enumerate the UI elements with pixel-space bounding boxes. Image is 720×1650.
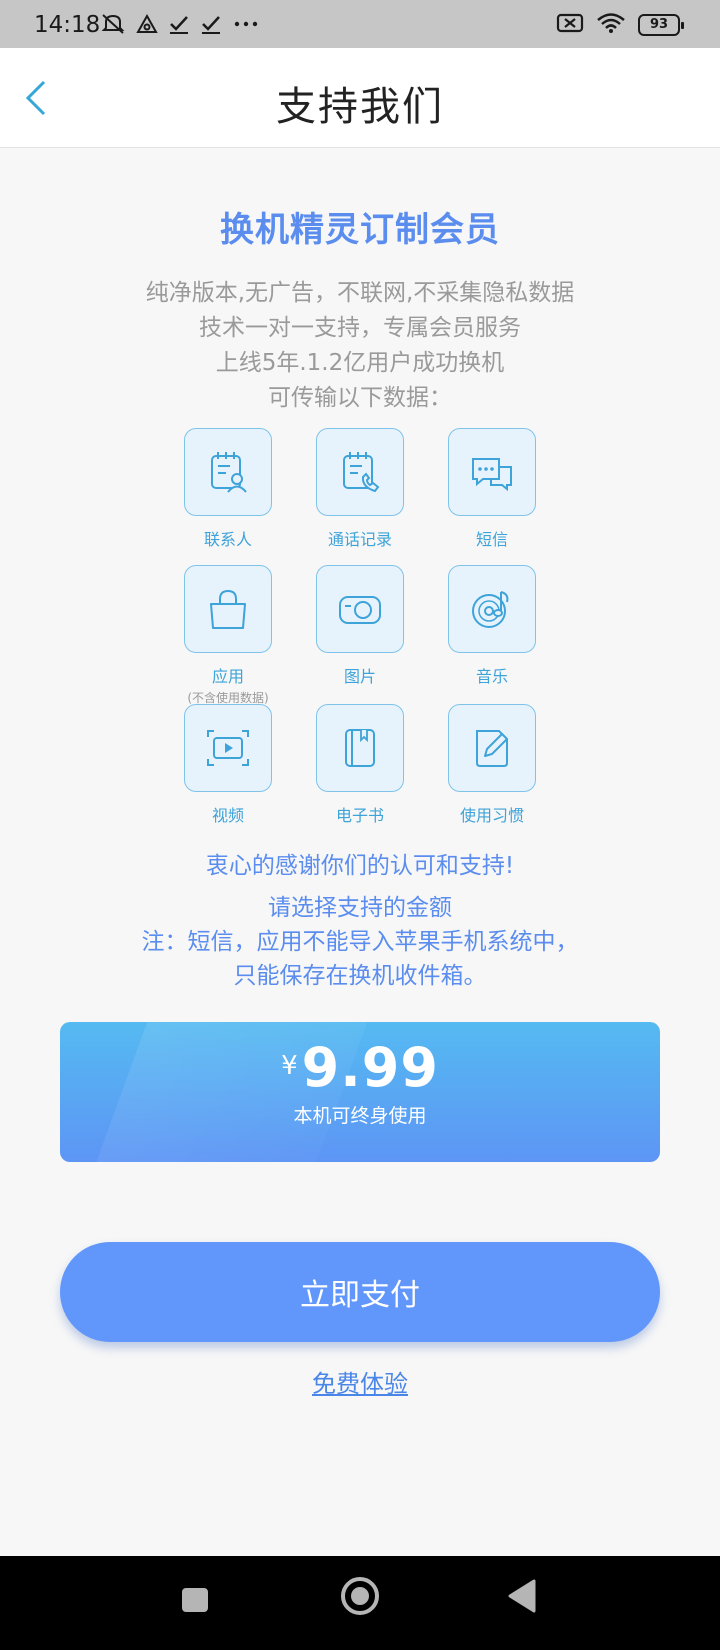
data-type-label: 图片	[343, 667, 376, 686]
back-nav-button[interactable]	[506, 1578, 538, 1618]
data-type-label: 应用	[211, 667, 244, 686]
desc-line: 技术一对一支持，专属会员服务	[199, 315, 521, 341]
wifi-icon	[596, 12, 626, 38]
pay-now-button[interactable]: 立即支付	[60, 1242, 660, 1342]
data-type-contacts: 联系人	[184, 428, 272, 550]
price-line: ¥9.99	[60, 1036, 660, 1099]
battery-icon: 93	[638, 14, 684, 36]
price-currency: ¥	[281, 1051, 298, 1081]
triangle-back-icon	[508, 1579, 536, 1613]
video-icon	[207, 730, 249, 766]
data-type-label: 视频	[211, 806, 244, 825]
data-type-sms: 短信	[448, 428, 536, 550]
data-type-label: 通话记录	[327, 530, 392, 549]
status-time: 14:18	[34, 12, 101, 38]
data-type-label: 使用习惯	[459, 806, 524, 825]
desc-line: 上线5年.1.2亿用户成功换机	[215, 350, 505, 376]
membership-description: 纯净版本,无广告，不联网,不采集隐私数据 技术一对一支持，专属会员服务 上线5年…	[0, 276, 720, 416]
note-line: 只能保存在换机收件箱。	[233, 963, 487, 989]
data-type-label: 联系人	[203, 530, 252, 549]
data-type-apps: 应用 (不含使用数据)	[184, 565, 272, 706]
data-type-call-log: 通话记录	[316, 428, 404, 550]
mute-icon	[100, 12, 126, 41]
note-text: 请选择支持的金额 注：短信，应用不能导入苹果手机系统中， 只能保存在换机收件箱。	[0, 891, 720, 993]
vpn-icon	[136, 13, 158, 40]
price-caption: 本机可终身使用	[293, 1105, 427, 1127]
ebook-icon	[345, 729, 375, 767]
data-type-music: 音乐	[448, 565, 536, 687]
call-log-icon	[343, 452, 380, 493]
note-line: 请选择支持的金额	[268, 895, 452, 921]
membership-heading: 换机精灵订制会员	[220, 210, 500, 250]
system-nav-bar	[0, 1556, 720, 1650]
data-type-label: 短信	[475, 530, 508, 549]
contacts-icon	[211, 452, 247, 493]
desc-line: 纯净版本,无广告，不联网,不采集隐私数据	[145, 280, 575, 306]
sim-icon	[556, 12, 584, 38]
camera-icon	[339, 596, 381, 624]
data-type-label: 音乐	[475, 667, 508, 686]
home-button[interactable]	[340, 1576, 380, 1620]
edit-icon	[476, 730, 508, 767]
data-type-label: 电子书	[335, 806, 384, 825]
status-bar: 14:18 93	[0, 0, 720, 48]
nav-bar: 支持我们	[0, 48, 720, 148]
desc-line: 可传输以下数据：	[268, 385, 452, 411]
sms-icon	[472, 458, 512, 492]
recents-button[interactable]	[180, 1582, 210, 1616]
home-circle-icon	[341, 1577, 379, 1615]
square-icon	[182, 1588, 208, 1612]
note-line: 注：短信，应用不能导入苹果手机系统中，	[141, 929, 579, 955]
music-icon	[472, 591, 509, 628]
data-type-habits: 使用习惯	[448, 704, 536, 826]
data-type-videos: 视频	[184, 704, 272, 826]
price-option-card[interactable]: ¥9.99 本机可终身使用	[60, 1022, 660, 1162]
status-right-icons: 93	[556, 12, 684, 38]
thanks-text: 衷心的感谢你们的认可和支持!	[205, 853, 515, 879]
more-icon	[232, 13, 260, 40]
price-amount: 9.99	[301, 1036, 439, 1099]
free-trial-link[interactable]: 免费体验	[0, 1364, 720, 1399]
check-icon	[200, 13, 222, 40]
app-bag-icon	[210, 589, 246, 629]
data-type-photos: 图片	[316, 565, 404, 687]
check-icon	[168, 13, 190, 40]
status-left-icons	[100, 12, 260, 41]
data-type-ebooks: 电子书	[316, 704, 404, 826]
page-title: 支持我们	[276, 84, 444, 130]
